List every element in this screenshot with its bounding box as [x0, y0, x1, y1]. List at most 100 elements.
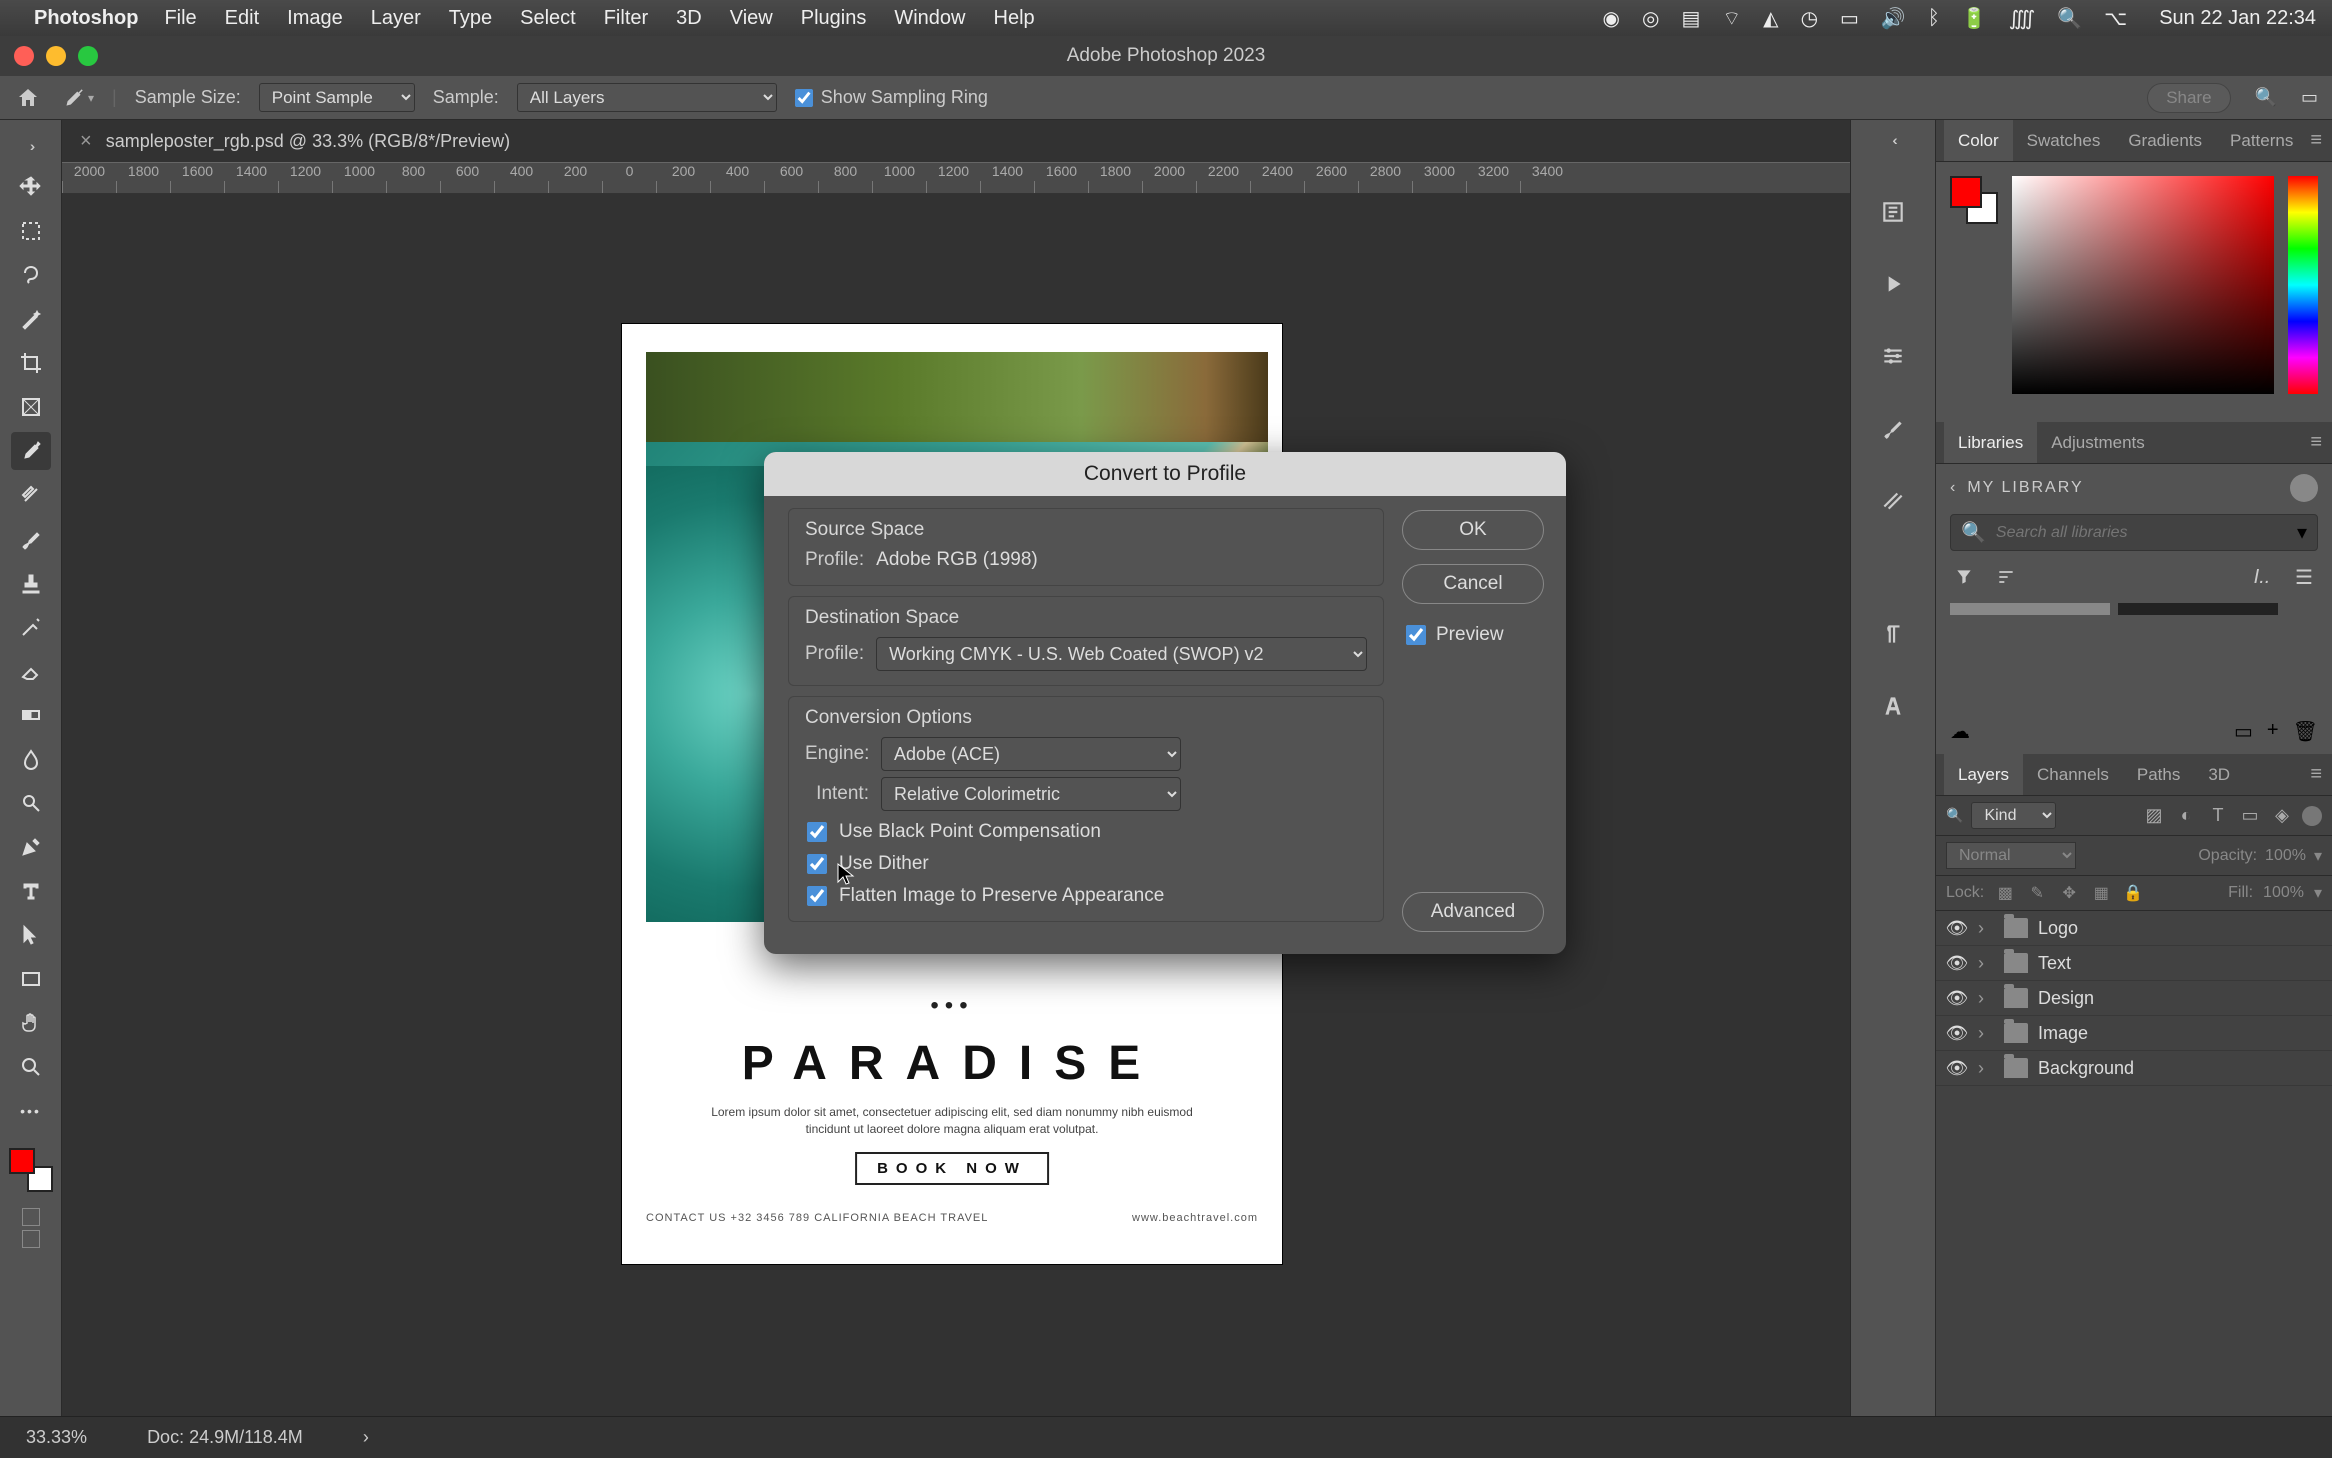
zoom-tool[interactable] — [11, 1048, 51, 1086]
foreground-color-swatch[interactable] — [9, 1148, 35, 1174]
library-avatar-icon[interactable] — [2290, 474, 2318, 502]
expand-icon[interactable]: › — [1978, 1023, 1994, 1044]
layer-name[interactable]: Image — [2038, 1023, 2088, 1044]
layer-row[interactable]: 👁 › Logo — [1936, 911, 2332, 946]
zoom-level[interactable]: 33.33% — [26, 1427, 87, 1448]
advanced-button[interactable]: Advanced — [1402, 892, 1544, 932]
lock-move-icon[interactable]: ✥ — [2058, 882, 2080, 904]
layer-row[interactable]: 👁 › Image — [1936, 1016, 2332, 1051]
use-dither-checkbox[interactable] — [807, 854, 827, 874]
menubar-datetime[interactable]: Sun 22 Jan 22:34 — [2159, 7, 2316, 30]
patterns-tab[interactable]: Patterns — [2216, 120, 2307, 161]
menu-type[interactable]: Type — [449, 7, 492, 30]
sort-icon[interactable] — [1992, 563, 2020, 591]
menu-plugins[interactable]: Plugins — [801, 7, 867, 30]
libraries-tab[interactable]: Libraries — [1944, 422, 2037, 463]
sample-size-select[interactable]: Point Sample — [259, 83, 415, 112]
app-name[interactable]: Photoshop — [34, 7, 138, 30]
window-close-button[interactable] — [14, 46, 34, 66]
filter-smart-icon[interactable]: ◈ — [2270, 804, 2294, 828]
actions-panel-icon[interactable] — [1873, 264, 1913, 304]
status-chevron-icon[interactable]: › — [363, 1427, 369, 1448]
wifi-sync-icon[interactable]: ⌔ — [1722, 6, 1741, 31]
type-tool[interactable] — [11, 872, 51, 910]
lock-all-icon[interactable]: 🔒 — [2122, 882, 2144, 904]
cc-icon[interactable]: ◎ — [1642, 6, 1659, 31]
filter-shape-icon[interactable]: ▭ — [2238, 804, 2262, 828]
marquee-tool[interactable] — [11, 212, 51, 250]
layer-row[interactable]: 👁 › Background — [1936, 1051, 2332, 1086]
lock-nested-icon[interactable]: ▦ — [2090, 882, 2112, 904]
brushes-panel-icon[interactable] — [1873, 408, 1913, 448]
stamp-tool[interactable] — [11, 564, 51, 602]
filter-icon[interactable] — [1950, 563, 1978, 591]
filter-image-icon[interactable]: ▨ — [2142, 804, 2166, 828]
search-icon[interactable]: 🔍 — [2057, 6, 2082, 31]
dodge-tool[interactable] — [11, 784, 51, 822]
paths-tab[interactable]: Paths — [2123, 754, 2194, 795]
brush-tool[interactable] — [11, 520, 51, 558]
doc-tab[interactable]: × sampleposter_rgb.psd @ 33.3% (RGB/8*/P… — [62, 120, 528, 162]
flatten-checkbox[interactable] — [807, 886, 827, 906]
expand-icon[interactable]: › — [1978, 988, 1994, 1009]
frame-tool[interactable] — [11, 388, 51, 426]
layers-panel-menu-icon[interactable]: ≡ — [2310, 763, 2322, 786]
eyedropper-tool[interactable] — [11, 432, 51, 470]
menu-file[interactable]: File — [164, 7, 196, 30]
expand-icon[interactable]: › — [1978, 953, 1994, 974]
dest-profile-select[interactable]: Working CMYK - U.S. Web Coated (SWOP) v2 — [876, 637, 1367, 671]
color-tab[interactable]: Color — [1944, 120, 2013, 161]
engine-select[interactable]: Adobe (ACE) — [881, 737, 1181, 771]
history-panel-icon[interactable] — [1873, 192, 1913, 232]
window-maximize-button[interactable] — [78, 46, 98, 66]
layer-name[interactable]: Logo — [2038, 918, 2078, 939]
library-search-input[interactable] — [1996, 524, 2287, 542]
filter-adjustment-icon[interactable]: ◐ — [2174, 804, 2198, 828]
layer-name[interactable]: Design — [2038, 988, 2094, 1009]
ok-button[interactable]: OK — [1402, 510, 1544, 550]
menu-select[interactable]: Select — [520, 7, 576, 30]
triangle-icon[interactable]: ◭ — [1763, 6, 1778, 31]
cloud-icon[interactable]: ☁ — [1950, 719, 1970, 744]
properties-panel-icon[interactable] — [1873, 336, 1913, 376]
channels-tab[interactable]: Channels — [2023, 754, 2123, 795]
menu-image[interactable]: Image — [287, 7, 343, 30]
library-item[interactable] — [2118, 603, 2278, 615]
library-back-row[interactable]: ‹ MY LIBRARY — [1950, 474, 2318, 502]
pen-tool[interactable] — [11, 828, 51, 866]
lasso-tool[interactable] — [11, 256, 51, 294]
layers-tab[interactable]: Layers — [1944, 754, 2023, 795]
gradient-tool[interactable] — [11, 696, 51, 734]
crop-tool[interactable] — [11, 344, 51, 382]
show-sampling-ring-checkbox[interactable] — [795, 89, 813, 107]
library-search[interactable]: 🔍 ▾ — [1950, 514, 2318, 551]
battery-icon[interactable]: 🔋 — [1962, 6, 1987, 31]
path-selection-tool[interactable] — [11, 916, 51, 954]
history-brush-tool[interactable] — [11, 608, 51, 646]
cancel-button[interactable]: Cancel — [1402, 564, 1544, 604]
layer-name[interactable]: Background — [2038, 1058, 2134, 1079]
expand-icon[interactable]: › — [1978, 1058, 1994, 1079]
opacity-value[interactable]: 100% — [2265, 847, 2306, 865]
menu-window[interactable]: Window — [894, 7, 965, 30]
black-point-compensation-checkbox[interactable] — [807, 822, 827, 842]
hand-tool[interactable] — [11, 1004, 51, 1042]
visibility-toggle-icon[interactable]: 👁 — [1946, 917, 1968, 939]
quick-mask-icon[interactable] — [22, 1208, 40, 1226]
color-swatch-pair[interactable] — [1950, 176, 1998, 224]
chevron-down-icon[interactable]: ▾ — [2314, 846, 2322, 866]
menu-3d[interactable]: 3D — [676, 7, 702, 30]
visibility-toggle-icon[interactable]: 👁 — [1946, 987, 1968, 1009]
eyedropper-tool-icon[interactable]: ▾ — [60, 84, 94, 112]
menu-layer[interactable]: Layer — [371, 7, 421, 30]
menu-help[interactable]: Help — [994, 7, 1035, 30]
search-bar-icon[interactable]: 🔍 — [2255, 87, 2277, 108]
chevron-left-icon[interactable]: ‹ — [1950, 479, 1957, 497]
preview-checkbox[interactable] — [1406, 625, 1426, 645]
fill-value[interactable]: 100% — [2263, 884, 2304, 902]
workspace-icon[interactable]: ▭ — [2301, 87, 2318, 108]
bluetooth-icon[interactable]: ᛒ — [1928, 7, 1940, 30]
window-minimize-button[interactable] — [46, 46, 66, 66]
visibility-toggle-icon[interactable]: 👁 — [1946, 1057, 1968, 1079]
fg-bg-color-swatch[interactable] — [9, 1148, 53, 1192]
